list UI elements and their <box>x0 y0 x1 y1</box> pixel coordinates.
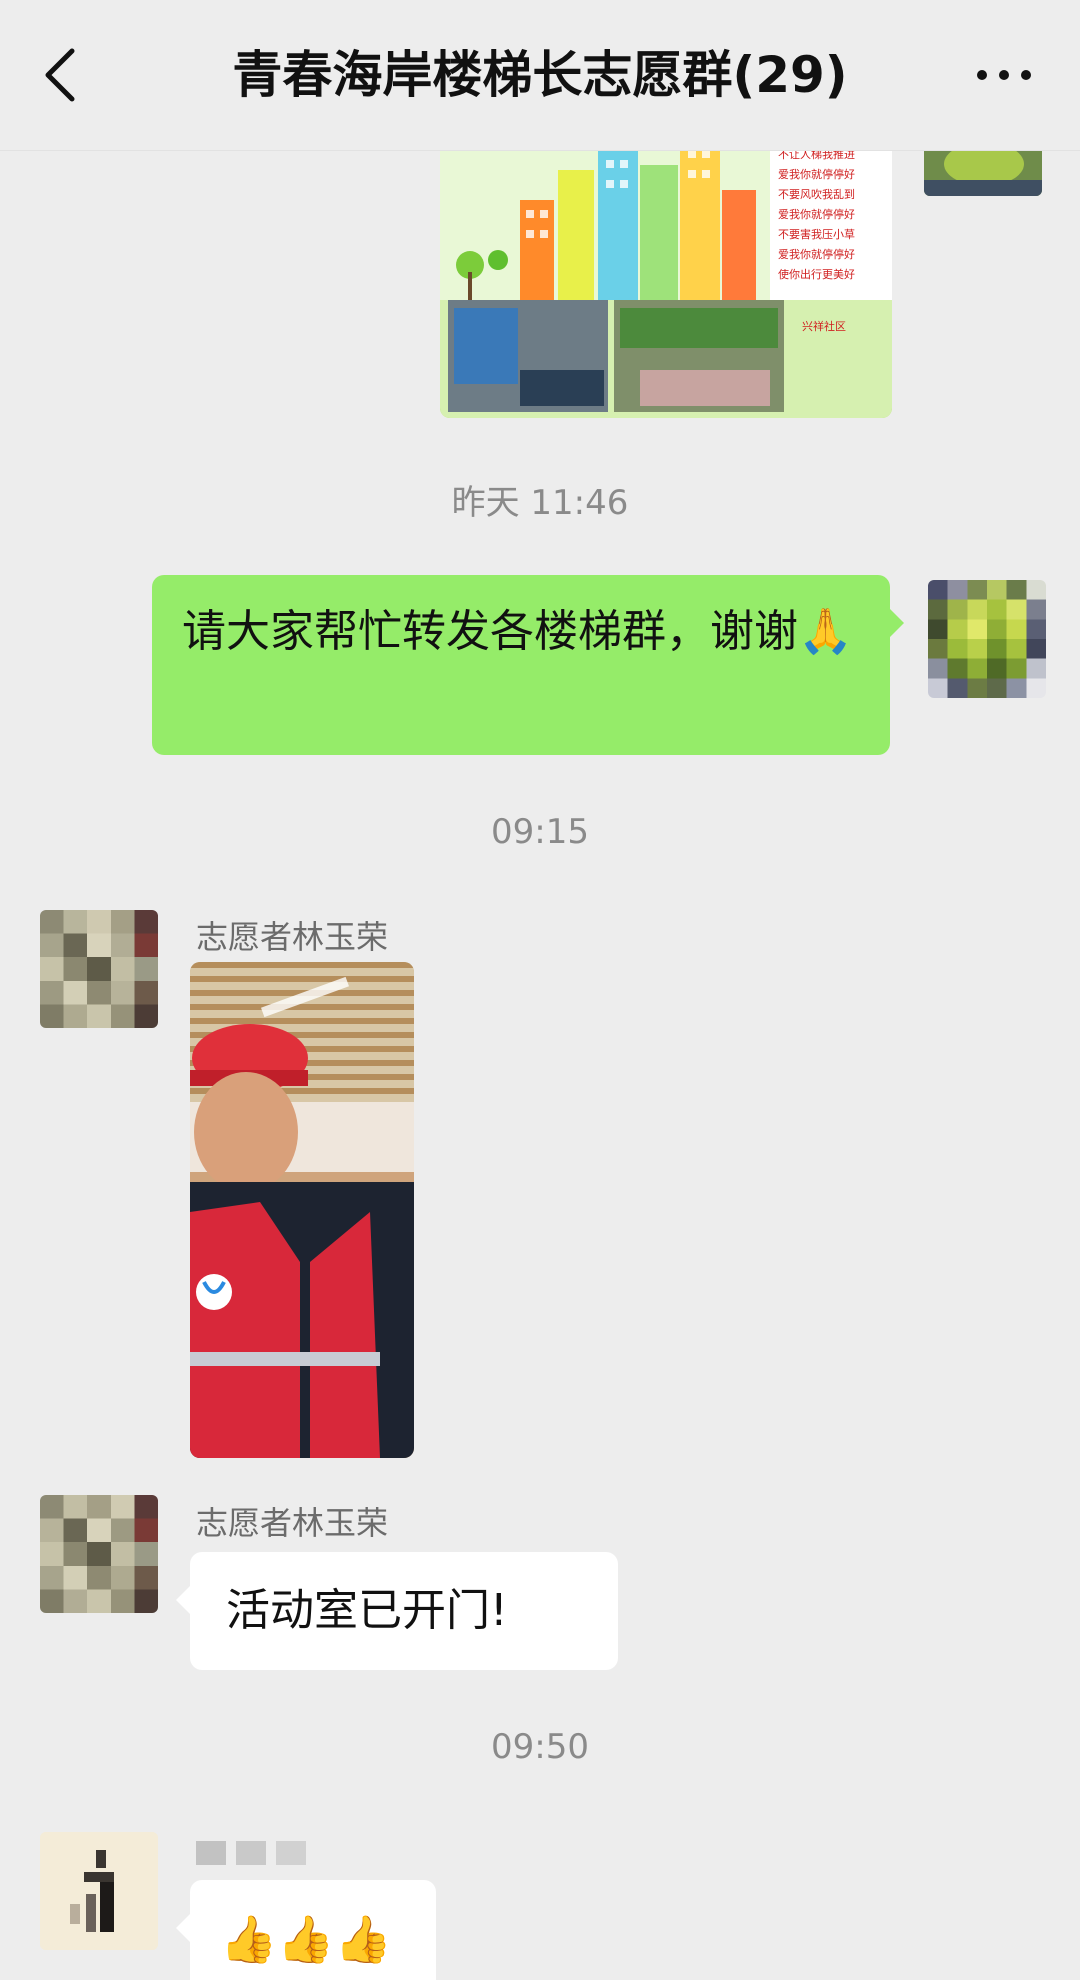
poster-image: 不让人梯我推进 爱我你就停停好 不要风吹我乱到 爱我你就停停好 不要害我压小草 … <box>440 140 892 418</box>
emoji-message-text: 👍👍👍 <box>220 1912 392 1966</box>
back-button[interactable] <box>30 40 90 110</box>
poster-line: 爱我你就停停好 <box>778 247 855 261</box>
chat-header: 青春海岸楼梯长志愿群(29) <box>0 0 1080 151</box>
sender-name-blurred <box>196 1838 308 1868</box>
outgoing-message-text: 请大家帮忙转发各楼梯群，谢谢🙏 <box>182 606 853 657</box>
avatar-image <box>40 910 158 1028</box>
poster-line: 不要风吹我乱到 <box>778 188 855 201</box>
avatar-sender[interactable] <box>40 910 158 1028</box>
message-list[interactable]: 不让人梯我推进 爱我你就停停好 不要风吹我乱到 爱我你就停停好 不要害我压小草 … <box>0 140 1080 1980</box>
poster-line: 不要害我压小草 <box>778 227 855 241</box>
poster-line: 使你出行更美好 <box>778 267 855 281</box>
chat-screen: 青春海岸楼梯长志愿群(29) 不让人梯我推进 爱我你就停停好 不要风吹我乱到 爱… <box>0 0 1080 1980</box>
incoming-message-bubble[interactable]: 活动室已开门! <box>176 1552 618 1670</box>
timestamp: 09:15 <box>491 812 589 852</box>
poster-line: 爱我你就停停好 <box>778 167 855 181</box>
avatar-image <box>40 1495 158 1613</box>
incoming-emoji-bubble[interactable]: 👍👍👍 <box>176 1880 436 1980</box>
sender-name: 志愿者林玉荣 <box>196 1504 389 1542</box>
photo-image <box>190 962 414 1458</box>
more-button[interactable] <box>968 50 1040 100</box>
avatar-self[interactable] <box>928 580 1046 698</box>
poster-community: 兴祥社区 <box>802 319 846 333</box>
sender-name: 志愿者林玉荣 <box>196 918 389 956</box>
timestamp: 09:50 <box>491 1727 589 1767</box>
avatar-sender[interactable] <box>40 1495 158 1613</box>
avatar-image <box>928 580 1046 698</box>
photo-message[interactable] <box>190 962 414 1458</box>
chevron-left-icon <box>45 48 75 102</box>
timestamp: 昨天 11:46 <box>451 483 629 523</box>
avatar-image <box>40 1832 158 1950</box>
avatar-sender[interactable] <box>40 1832 158 1950</box>
more-dots-icon <box>977 70 987 80</box>
poster-image-message[interactable]: 不让人梯我推进 爱我你就停停好 不要风吹我乱到 爱我你就停停好 不要害我压小草 … <box>440 140 892 418</box>
incoming-message-text: 活动室已开门! <box>226 1585 508 1636</box>
chat-title: 青春海岸楼梯长志愿群(29) <box>232 46 848 104</box>
outgoing-message-bubble[interactable]: 请大家帮忙转发各楼梯群，谢谢🙏 <box>152 575 904 755</box>
poster-line: 爱我你就停停好 <box>778 207 855 221</box>
